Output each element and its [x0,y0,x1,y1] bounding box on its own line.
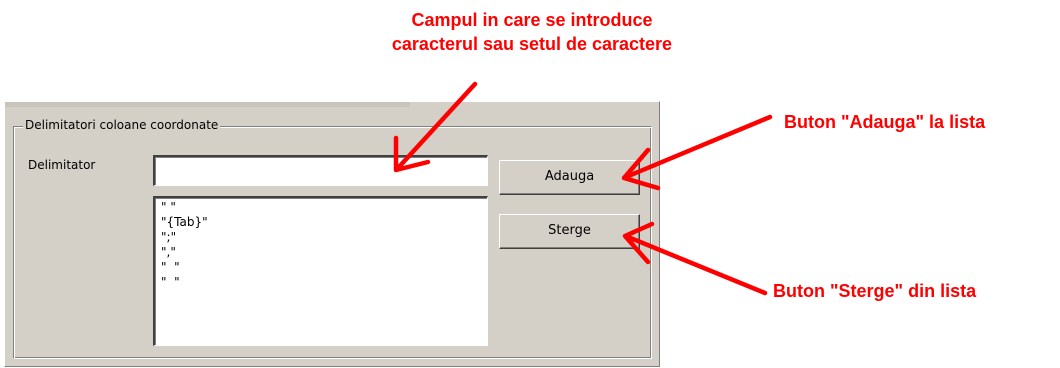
list-item[interactable]: " " [161,275,487,290]
add-button-annotation: Buton "Adauga" la lista [784,112,986,132]
input-field-annotation: Campul in care se introduce caracterul s… [322,8,742,56]
delimiter-input[interactable] [153,155,488,186]
delimiter-label: Delimitator [28,158,96,172]
input-field-annotation-line2: caracterul sau setul de caractere [391,34,673,54]
list-item[interactable]: " " [161,260,487,275]
input-field-annotation-line1: Campul in care se introduce [411,10,653,30]
groupbox-title: Delimitatori coloane coordonate [23,116,221,134]
list-item[interactable]: "{Tab}" [161,215,487,230]
delete-button-annotation: Buton "Sterge" din lista [773,281,977,301]
panel-top-strip [5,102,410,107]
delimiter-list[interactable]: " " "{Tab}" ";" "," " " " " [153,196,488,346]
list-item[interactable]: ";" [161,230,487,245]
list-item[interactable]: "," [161,245,487,260]
dialog-panel: Delimitatori coloane coordonate Delimita… [4,101,660,367]
add-button[interactable]: Adauga [499,160,640,195]
delete-button[interactable]: Sterge [499,214,640,249]
list-item[interactable]: " " [161,200,487,215]
